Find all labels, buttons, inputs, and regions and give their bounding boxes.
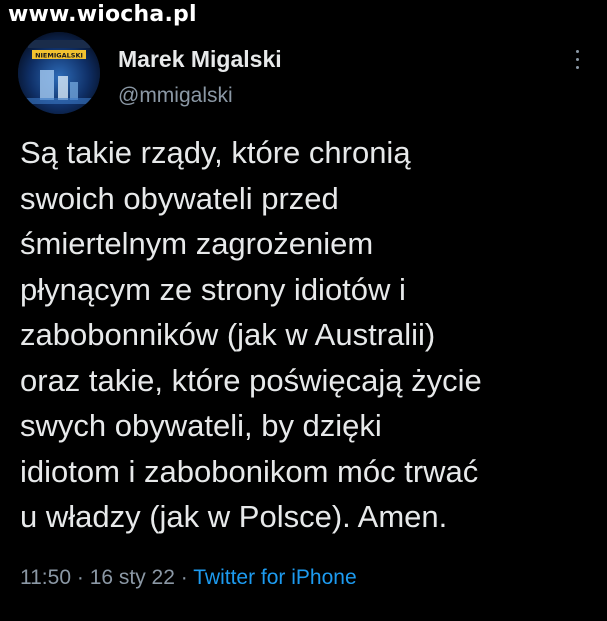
more-vertical-icon[interactable] <box>574 50 580 72</box>
avatar[interactable]: NIEMIGALSKI <box>18 32 100 114</box>
tweet-text-line: płynącym ze strony idiotów i <box>20 271 406 307</box>
author-name[interactable]: Marek Migalski <box>118 46 282 73</box>
watermark: www.wiocha.pl <box>8 2 197 27</box>
tweet-date[interactable]: 16 sty 22 <box>90 566 175 589</box>
tweet-text-line: zabobonników (jak w Australii) <box>20 317 436 352</box>
tweet-source-link[interactable]: Twitter for iPhone <box>193 566 356 589</box>
tweet-text-line: swych obywateli, by dzięki <box>20 408 382 443</box>
tweet-text-line: idiotom i zabobonikom móc trwać <box>20 453 479 489</box>
tweet-text-line: swoich obywateli przed <box>20 180 339 216</box>
avatar-book-title: NIEMIGALSKI <box>35 52 83 60</box>
author-handle[interactable]: @mmigalski <box>118 84 233 108</box>
tweet-text: Są takie rządy, które chronią swoich oby… <box>20 130 600 540</box>
tweet-text-line: oraz takie, które poświęcają życie <box>20 362 482 398</box>
tweet-text-line: Są takie rządy, które chronią <box>20 135 411 170</box>
meta-separator: · <box>76 566 84 589</box>
tweet-meta: 11:50 · 16 sty 22 · Twitter for iPhone <box>20 566 357 590</box>
tweet-text-line: śmiertelnym zagrożeniem <box>20 226 374 261</box>
tweet-text-line: u władzy (jak w Polsce). Amen. <box>20 499 448 534</box>
tweet-time[interactable]: 11:50 <box>20 566 71 589</box>
avatar-image: NIEMIGALSKI <box>18 32 100 114</box>
meta-separator: · <box>180 566 188 589</box>
